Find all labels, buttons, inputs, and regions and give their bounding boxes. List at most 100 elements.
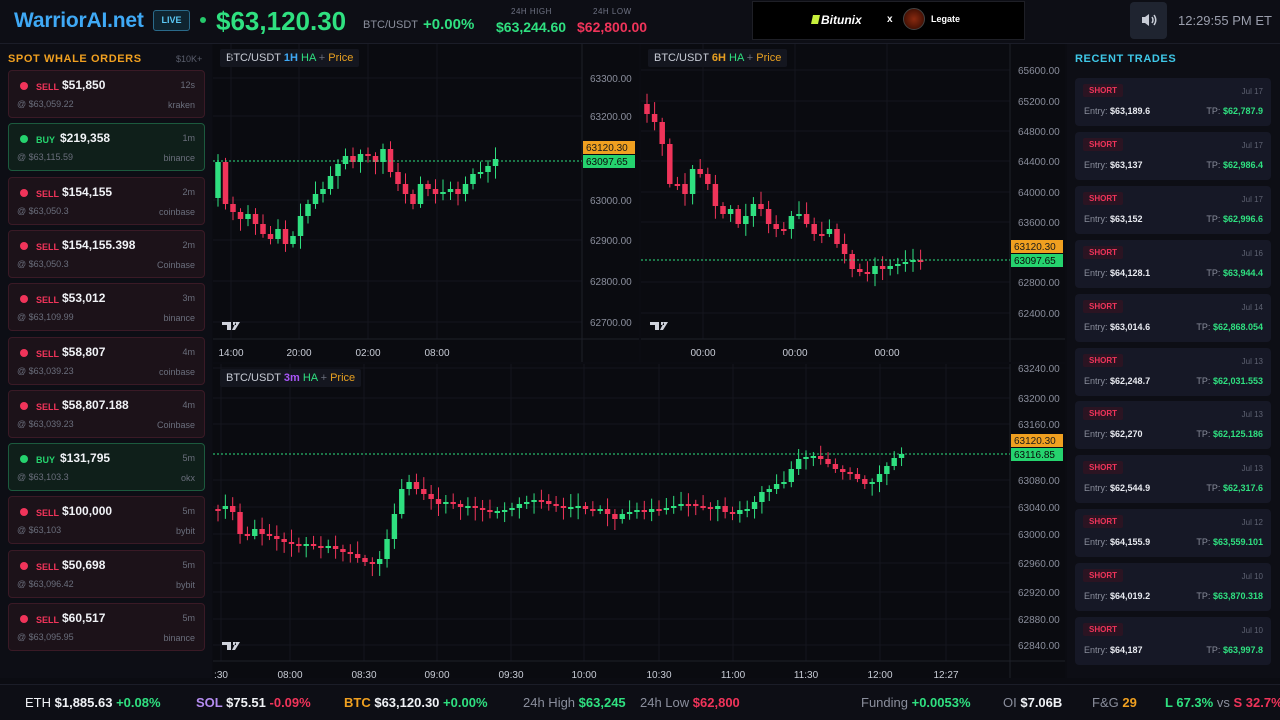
trade-entry: Entry: $62,270 — [1084, 429, 1143, 440]
trade-side-badge: SHORT — [1083, 461, 1123, 475]
recent-trade-item[interactable]: SHORT Jul 13 Entry: $62,270 TP: $62,125.186 — [1075, 401, 1271, 450]
trade-entry: Entry: $63,137 — [1084, 159, 1143, 170]
whale-order-item[interactable]: SELL $53,012 3m @ $63,109.99 binance — [8, 283, 205, 332]
recent-trade-item[interactable]: SHORT Jul 17 Entry: $63,152 TP: $62,996.6 — [1075, 185, 1271, 234]
order-exchange: kraken — [167, 100, 195, 110]
x-tick-label: 10:00 — [571, 670, 596, 678]
candle-body — [773, 224, 779, 229]
speaker-icon[interactable] — [1130, 2, 1167, 39]
whale-order-item[interactable]: SELL $60,517 5m @ $63,095.95 binance — [8, 603, 205, 651]
candle-body — [516, 504, 523, 508]
recent-trade-item[interactable]: SHORT Jul 13 Entry: $62,544.9 TP: $62,317.6 — [1075, 455, 1271, 504]
tradingview-logo-icon — [222, 322, 240, 330]
whale-order-item[interactable]: SELL $154,155 2m @ $63,050.3 coinbase — [8, 176, 205, 225]
whale-order-item[interactable]: SELL $58,807.188 4m @ $63,039.23 Coinbase — [8, 389, 205, 438]
chart-1h[interactable]: BTC/USDT 1H HA + Price 63300.00 63200.00 6… — [213, 44, 639, 362]
candle-body — [327, 176, 334, 189]
current-price-label: 63097.65 — [1014, 256, 1056, 267]
y-tick-label: 62880.00 — [1018, 615, 1060, 626]
candle-body — [854, 474, 861, 479]
chart-6h[interactable]: BTC/USDT 6H HA + Price 65600.00 65200.00 6… — [641, 44, 1065, 362]
top-header: WarriorAI.net LIVE $63,120.30 BTC/USDT +… — [0, 0, 1280, 44]
candle-body — [781, 482, 787, 484]
sol-ticker: SOL $75.51 -0.09% — [196, 695, 311, 710]
y-tick-label: 63300.00 — [590, 74, 632, 85]
candle-body — [887, 266, 893, 269]
candle-body — [531, 500, 537, 502]
recent-trade-item[interactable]: SHORT Jul 16 Entry: $64,128.1 TP: $63,944.4 — [1075, 239, 1271, 288]
recent-trade-item[interactable]: SHORT Jul 17 Entry: $63,189.6 TP: $62,787.9 — [1075, 78, 1271, 126]
x-tick-label: 09:00 — [424, 670, 449, 678]
candle-body — [281, 539, 287, 542]
order-exchange: coinbase — [158, 206, 195, 217]
recent-trade-item[interactable]: SHORT Jul 17 Entry: $63,137 TP: $62,986.4 — [1075, 131, 1271, 180]
whale-order-item[interactable]: SELL $154,155.398 2m @ $63,050.3 Coinbase — [8, 229, 205, 278]
whale-order-item[interactable]: SELL $100,000 5m @ $63,103 bybit — [8, 496, 205, 545]
recent-trade-item[interactable]: SHORT Jul 10 Entry: $64,019.2 TP: $63,870.3… — [1075, 563, 1271, 612]
fear-greed-ticker: F&G 29 — [1092, 695, 1137, 710]
candle-body — [335, 164, 341, 176]
whale-order-item[interactable]: SELL $58,807 4m @ $63,039.23 coinbase — [8, 336, 205, 385]
candle-body — [729, 512, 736, 514]
bottom-ticker: ETH $1,885.63 +0.08% SOL $75.51 -0.09% B… — [0, 684, 1280, 720]
order-time: 12s — [180, 80, 195, 90]
candle-body — [832, 464, 839, 469]
candle-body — [365, 154, 371, 156]
logo[interactable]: WarriorAI.net — [14, 9, 144, 33]
recent-trade-item[interactable]: SHORT Jul 12 Entry: $64,155.9 TP: $63,559.1… — [1075, 509, 1271, 558]
order-side-dot-icon — [20, 188, 28, 197]
recent-trade-item[interactable]: SHORT Jul 10 Entry: $64,187 TP: $63,997.8 — [1075, 617, 1271, 665]
trade-side-badge: SHORT — [1083, 569, 1123, 583]
recent-trade-item[interactable]: SHORT Jul 14 Entry: $63,014.6 TP: $62,868.0… — [1075, 293, 1271, 342]
candle-body — [795, 459, 802, 469]
order-time: 4m — [182, 399, 195, 410]
candle-body — [237, 512, 243, 534]
candle-body — [501, 510, 508, 512]
candle-body — [288, 542, 295, 544]
candle-body — [492, 159, 499, 166]
whale-order-item[interactable]: SELL $51,850 12s @ $63,059.22 kraken — [8, 70, 205, 118]
sponsor-banner[interactable]: Bitunix x Legate — [752, 1, 1025, 40]
y-tick-label: 63600.00 — [1018, 218, 1060, 229]
trade-date: Jul 13 — [1241, 410, 1263, 420]
x-tick-label: 08:00 — [277, 670, 302, 678]
trade-side-badge: SHORT — [1083, 245, 1123, 259]
trade-tp: TP: $63,944.4 — [1206, 267, 1263, 278]
candle-body — [524, 502, 530, 504]
candle-body — [395, 172, 401, 184]
trade-tp: TP: $62,868.054 — [1196, 321, 1263, 332]
candle-body — [834, 229, 840, 244]
chart-3m[interactable]: BTC/USDT 3m HA + Price 63240.00 63200.00 6… — [213, 364, 1065, 678]
candle-body — [641, 510, 647, 512]
candle-body — [413, 482, 420, 489]
candle-body — [895, 264, 901, 266]
high-label: 24H HIGH — [511, 7, 552, 16]
whale-order-item[interactable]: SELL $50,698 5m @ $63,096.42 bybit — [8, 549, 205, 598]
candle-body — [215, 162, 221, 198]
x-tick-label: 20:00 — [286, 348, 311, 359]
order-price: @ $63,039.23 — [17, 365, 74, 376]
candle-body — [796, 214, 802, 216]
candle-body — [380, 149, 386, 162]
order-price: @ $63,050.3 — [17, 205, 69, 216]
y-tick-label: 62800.00 — [590, 277, 632, 288]
price-change: +0.00% — [423, 16, 475, 33]
y-tick-label: 62400.00 — [1018, 309, 1060, 320]
whale-order-item[interactable]: BUY $219,358 1m @ $63,115.59 binance — [8, 123, 205, 172]
y-tick-label: 63080.00 — [1018, 476, 1060, 487]
order-price: @ $63,103.3 — [17, 472, 69, 483]
candle-body — [735, 209, 741, 224]
order-side: BUY — [36, 455, 56, 466]
recent-trade-item[interactable]: SHORT Jul 13 Entry: $62,248.7 TP: $62,031.5… — [1075, 347, 1271, 396]
order-amount: $51,850 — [62, 78, 106, 92]
candle-body — [597, 509, 603, 511]
candle-body — [667, 144, 673, 184]
candle-body — [553, 504, 559, 506]
x-tick-label: 12:27 — [933, 670, 958, 678]
order-side-dot-icon — [20, 508, 28, 517]
candle-body — [425, 184, 431, 189]
whale-order-item[interactable]: BUY $131,795 5m @ $63,103.3 okx — [8, 443, 205, 492]
order-amount: $131,795 — [60, 451, 111, 466]
candle-body — [479, 508, 486, 510]
y-tick-label: 63040.00 — [1018, 503, 1060, 514]
